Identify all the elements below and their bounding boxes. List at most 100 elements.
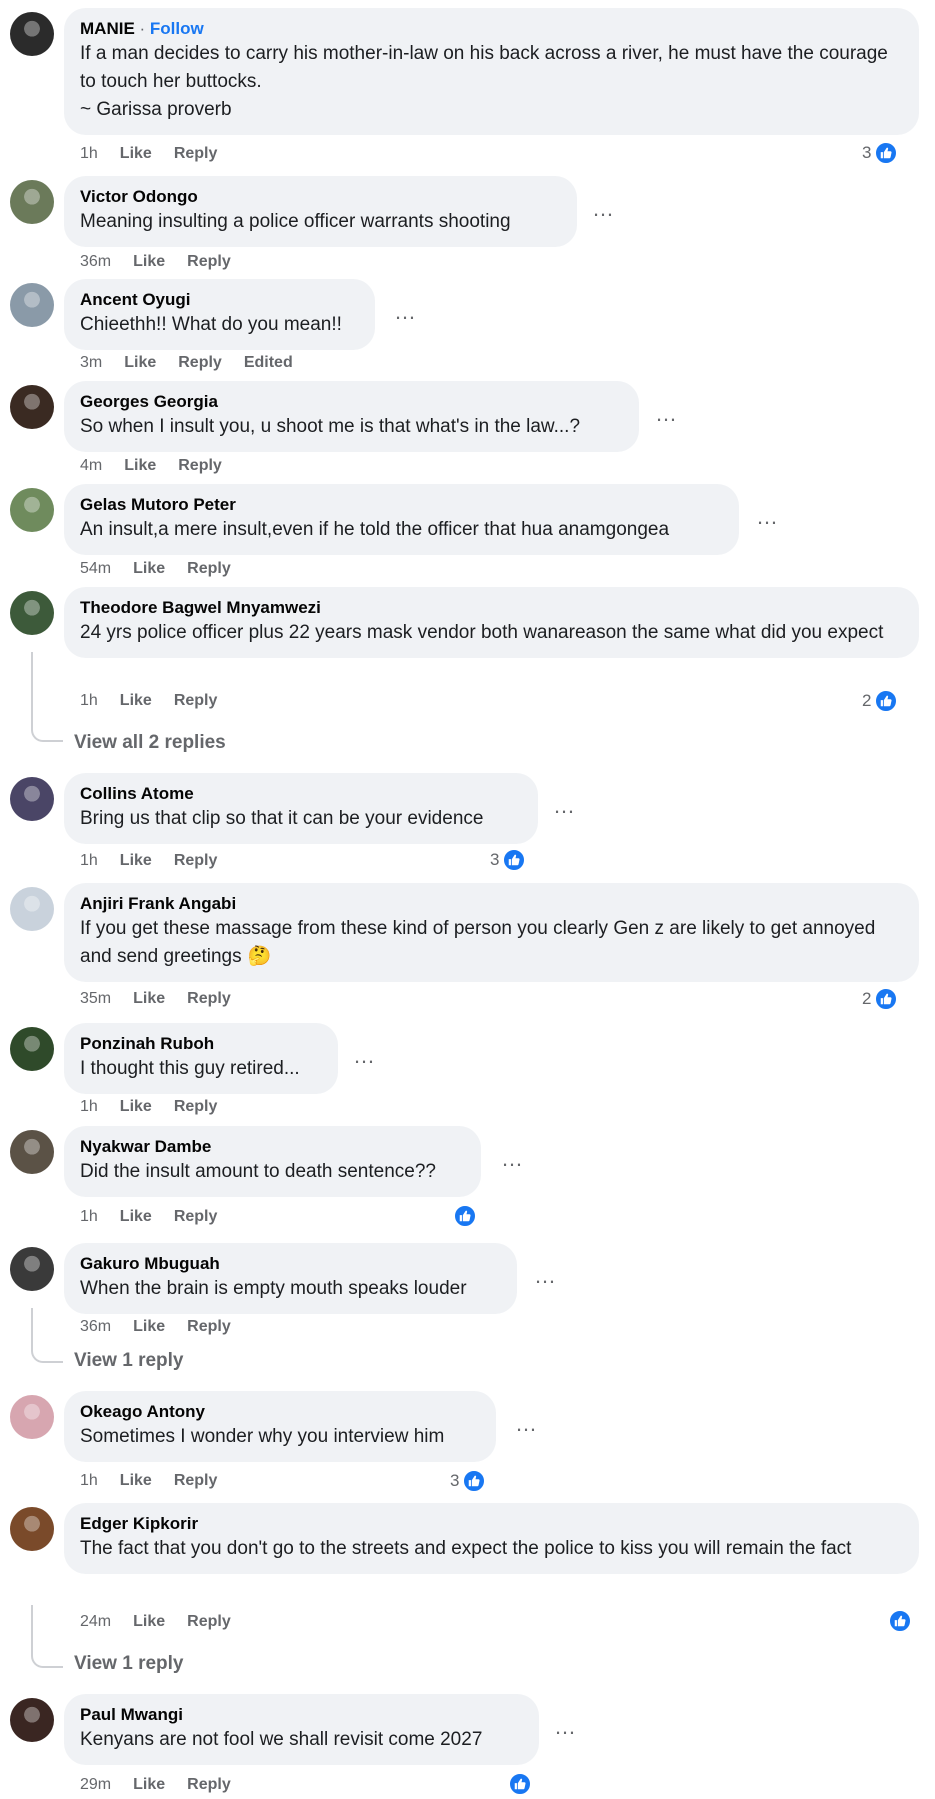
- comment-item: Okeago Antony Sometimes I wonder why you …: [0, 1391, 935, 1462]
- more-options-icon[interactable]: …: [554, 1716, 577, 1738]
- more-options-icon[interactable]: …: [655, 403, 678, 425]
- avatar[interactable]: [10, 591, 54, 635]
- avatar[interactable]: [10, 777, 54, 821]
- reply-button[interactable]: Reply: [174, 145, 218, 163]
- like-button[interactable]: Like: [124, 457, 156, 475]
- avatar[interactable]: [10, 1507, 54, 1551]
- like-button[interactable]: Like: [133, 253, 165, 271]
- timestamp[interactable]: 24m: [80, 1613, 111, 1631]
- author-name-link[interactable]: Gelas Mutoro Peter: [80, 495, 236, 514]
- follow-button[interactable]: Follow: [150, 19, 204, 38]
- timestamp[interactable]: 29m: [80, 1776, 111, 1794]
- like-button[interactable]: Like: [120, 852, 152, 870]
- reaction-summary[interactable]: 2: [862, 688, 899, 714]
- author-name-link[interactable]: Okeago Antony: [80, 1402, 205, 1421]
- comment-text-content: I thought this guy retired...: [80, 1058, 300, 1079]
- reply-button[interactable]: Reply: [178, 354, 222, 372]
- avatar[interactable]: [10, 887, 54, 931]
- like-button[interactable]: Like: [133, 1776, 165, 1794]
- like-button[interactable]: Like: [133, 1613, 165, 1631]
- comment-text-content: An insult,a mere insult,even if he told …: [80, 519, 670, 540]
- author-name-link[interactable]: Nyakwar Dambe: [80, 1137, 211, 1156]
- reply-button[interactable]: Reply: [187, 560, 231, 578]
- author-name-link[interactable]: Anjiri Frank Angabi: [80, 894, 236, 913]
- edited-label[interactable]: Edited: [244, 354, 293, 372]
- author-name-link[interactable]: Gakuro Mbuguah: [80, 1254, 220, 1273]
- timestamp[interactable]: 54m: [80, 560, 111, 578]
- avatar[interactable]: [10, 283, 54, 327]
- more-options-icon[interactable]: …: [553, 795, 576, 817]
- reply-button[interactable]: Reply: [187, 1318, 231, 1336]
- reply-button[interactable]: Reply: [174, 1098, 218, 1116]
- like-button[interactable]: Like: [124, 354, 156, 372]
- reply-button[interactable]: Reply: [174, 692, 218, 710]
- reaction-summary[interactable]: [888, 1608, 912, 1634]
- comment-actions: 3m Like Reply Edited: [80, 352, 293, 374]
- reply-button[interactable]: Reply: [187, 1613, 231, 1631]
- reply-button[interactable]: Reply: [187, 1776, 231, 1794]
- more-options-icon[interactable]: …: [756, 506, 779, 528]
- reply-button[interactable]: Reply: [174, 1472, 218, 1490]
- author-name-link[interactable]: Ancent Oyugi: [80, 290, 191, 309]
- reaction-summary[interactable]: 3: [450, 1468, 487, 1494]
- author-name-link[interactable]: Georges Georgia: [80, 392, 218, 411]
- reply-button[interactable]: Reply: [174, 1208, 218, 1226]
- timestamp[interactable]: 36m: [80, 253, 111, 271]
- reaction-summary[interactable]: 2: [862, 986, 899, 1012]
- reply-button[interactable]: Reply: [174, 852, 218, 870]
- reaction-summary[interactable]: 3: [490, 847, 527, 873]
- timestamp[interactable]: 1h: [80, 1472, 98, 1490]
- comment-bubble: Ancent Oyugi Chieethh!! What do you mean!…: [64, 279, 375, 350]
- reply-button[interactable]: Reply: [187, 990, 231, 1008]
- like-button[interactable]: Like: [133, 1318, 165, 1336]
- more-options-icon[interactable]: …: [515, 1413, 538, 1435]
- more-options-icon[interactable]: …: [501, 1148, 524, 1170]
- reaction-summary[interactable]: [453, 1203, 477, 1229]
- avatar[interactable]: [10, 1395, 54, 1439]
- avatar[interactable]: [10, 1027, 54, 1071]
- reaction-summary[interactable]: [508, 1771, 532, 1797]
- author-name-link[interactable]: MANIE: [80, 19, 135, 38]
- avatar[interactable]: [10, 1698, 54, 1742]
- like-button[interactable]: Like: [120, 1098, 152, 1116]
- timestamp[interactable]: 1h: [80, 1098, 98, 1116]
- timestamp[interactable]: 36m: [80, 1318, 111, 1336]
- like-button[interactable]: Like: [120, 1208, 152, 1226]
- like-reaction-icon: [453, 1204, 477, 1228]
- like-button[interactable]: Like: [120, 145, 152, 163]
- timestamp[interactable]: 1h: [80, 1208, 98, 1226]
- author-name-link[interactable]: Edger Kipkorir: [80, 1514, 198, 1533]
- more-options-icon[interactable]: …: [592, 198, 615, 220]
- more-options-icon[interactable]: …: [534, 1265, 557, 1287]
- timestamp[interactable]: 4m: [80, 457, 102, 475]
- author-name-link[interactable]: Paul Mwangi: [80, 1705, 183, 1724]
- view-replies-link[interactable]: View 1 reply: [74, 1653, 184, 1675]
- like-button[interactable]: Like: [133, 560, 165, 578]
- timestamp[interactable]: 1h: [80, 145, 98, 163]
- comment-text: When the brain is empty mouth speaks lou…: [80, 1275, 501, 1303]
- like-button[interactable]: Like: [120, 692, 152, 710]
- more-options-icon[interactable]: …: [394, 301, 417, 323]
- author-name-link[interactable]: Theodore Bagwel Mnyamwezi: [80, 598, 321, 617]
- avatar[interactable]: [10, 488, 54, 532]
- avatar[interactable]: [10, 1247, 54, 1291]
- timestamp[interactable]: 3m: [80, 354, 102, 372]
- avatar[interactable]: [10, 1130, 54, 1174]
- avatar[interactable]: [10, 12, 54, 56]
- author-name-link[interactable]: Ponzinah Ruboh: [80, 1034, 214, 1053]
- like-button[interactable]: Like: [120, 1472, 152, 1490]
- reply-button[interactable]: Reply: [178, 457, 222, 475]
- timestamp[interactable]: 1h: [80, 852, 98, 870]
- author-name-link[interactable]: Collins Atome: [80, 784, 194, 803]
- view-replies-link[interactable]: View 1 reply: [74, 1350, 184, 1372]
- avatar[interactable]: [10, 385, 54, 429]
- reaction-summary[interactable]: 3: [862, 140, 899, 166]
- more-options-icon[interactable]: …: [353, 1045, 376, 1067]
- timestamp[interactable]: 1h: [80, 692, 98, 710]
- timestamp[interactable]: 35m: [80, 990, 111, 1008]
- reply-button[interactable]: Reply: [187, 253, 231, 271]
- view-replies-link[interactable]: View all 2 replies: [74, 732, 226, 754]
- author-name-link[interactable]: Victor Odongo: [80, 187, 198, 206]
- like-button[interactable]: Like: [133, 990, 165, 1008]
- avatar[interactable]: [10, 180, 54, 224]
